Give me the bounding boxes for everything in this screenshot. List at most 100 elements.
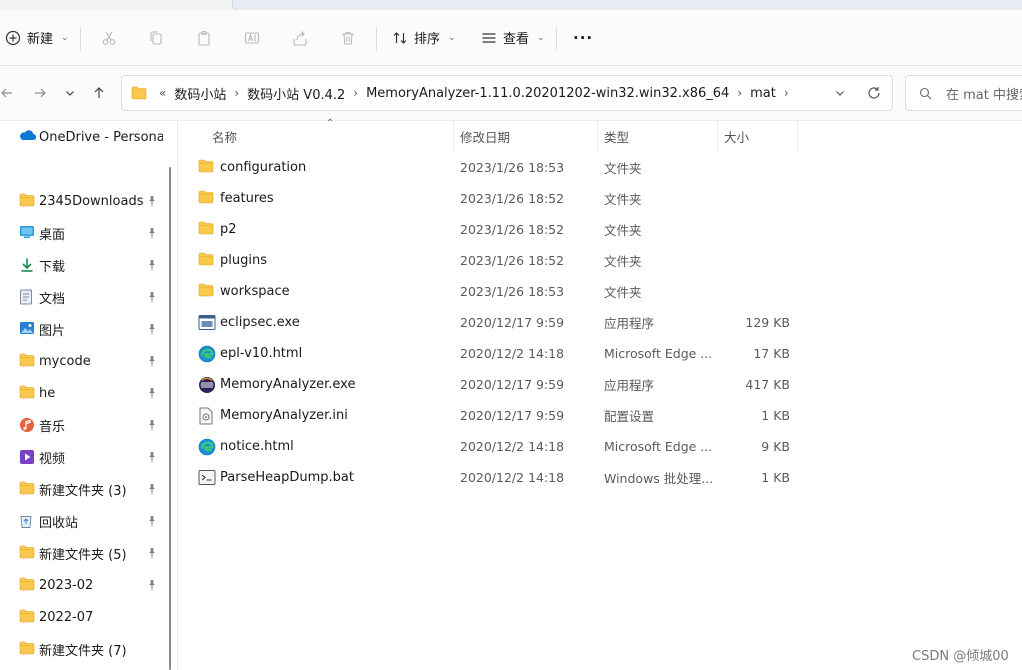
breadcrumb-chevron-icon[interactable]: › bbox=[780, 86, 793, 100]
file-row[interactable]: configuration 2023/1/26 18:53 文件夹 bbox=[194, 152, 894, 183]
pin-icon bbox=[146, 419, 158, 431]
file-row[interactable]: plugins 2023/1/26 18:52 文件夹 bbox=[194, 245, 894, 276]
file-row[interactable]: p2 2023/1/26 18:52 文件夹 bbox=[194, 214, 894, 245]
folder-icon bbox=[19, 641, 35, 657]
column-divider[interactable] bbox=[453, 121, 454, 151]
sidebar-item[interactable]: 新建文件夹 (7) bbox=[0, 635, 163, 663]
column-divider[interactable] bbox=[597, 121, 598, 151]
file-modified: 2023/1/26 18:52 bbox=[460, 222, 565, 237]
breadcrumb-item[interactable]: 数码小站 V0.4.2 bbox=[243, 84, 349, 103]
share-button[interactable] bbox=[292, 10, 308, 65]
file-size: 9 KB bbox=[761, 439, 790, 454]
sidebar-item[interactable]: 视频 bbox=[0, 443, 163, 471]
sidebar-item[interactable]: 图片 bbox=[0, 315, 163, 343]
file-row[interactable]: MemoryAnalyzer.ini 2020/12/17 9:59 配置设置 1 K… bbox=[194, 400, 894, 431]
scrollbar-thumb[interactable] bbox=[169, 167, 171, 670]
column-divider[interactable] bbox=[797, 121, 798, 151]
sidebar-item[interactable]: 音乐 bbox=[0, 411, 163, 439]
file-row[interactable]: workspace 2023/1/26 18:53 文件夹 bbox=[194, 276, 894, 307]
forward-button[interactable] bbox=[32, 66, 48, 120]
document-icon bbox=[19, 289, 35, 305]
toolbar-divider bbox=[376, 27, 377, 51]
onedrive-icon bbox=[19, 129, 37, 145]
sidebar-item[interactable]: 新建文件夹 (3) bbox=[0, 475, 163, 503]
column-divider[interactable] bbox=[717, 121, 718, 151]
column-header-name[interactable]: 名称 bbox=[212, 121, 237, 151]
file-size: 1 KB bbox=[761, 408, 790, 423]
file-row[interactable]: epl-v10.html 2020/12/2 14:18 Microsoft Edg… bbox=[194, 338, 894, 369]
sidebar-item-label: 下载 bbox=[39, 259, 66, 275]
edge-icon bbox=[198, 438, 216, 456]
search-input[interactable]: 在 mat 中搜索 bbox=[905, 75, 1022, 111]
column-header-type[interactable]: 类型 bbox=[604, 121, 629, 151]
sidebar-scrollbar[interactable] bbox=[163, 121, 177, 670]
sidebar-item[interactable]: 桌面 bbox=[0, 219, 163, 247]
paste-button[interactable] bbox=[196, 10, 212, 65]
file-row[interactable]: MemoryAnalyzer.exe 2020/12/17 9:59 应用程序 417… bbox=[194, 369, 894, 400]
refresh-button[interactable] bbox=[867, 76, 881, 110]
file-name: notice.html bbox=[220, 439, 294, 454]
address-bar[interactable]: « 数码小站 › 数码小站 V0.4.2 › MemoryAnalyzer-1.… bbox=[121, 75, 893, 111]
sidebar-item-label: 新建文件夹 (5) bbox=[39, 547, 127, 563]
exe-icon bbox=[198, 314, 216, 331]
more-options-button[interactable]: ··· bbox=[573, 10, 593, 65]
chevron-down-icon: ⌄ bbox=[448, 32, 456, 43]
recent-locations-button[interactable] bbox=[62, 66, 78, 120]
download-icon bbox=[19, 257, 35, 273]
breadcrumb-item[interactable]: MemoryAnalyzer-1.11.0.20201202-win32.win… bbox=[362, 86, 733, 101]
sidebar-item-label: 2022-07 bbox=[39, 609, 94, 625]
view-button[interactable]: 查看 ⌄ bbox=[481, 10, 545, 65]
breadcrumb-chevron-icon[interactable]: › bbox=[733, 86, 746, 100]
folder-icon bbox=[198, 252, 216, 269]
breadcrumb-chevron-icon[interactable]: › bbox=[230, 86, 243, 100]
sidebar-item[interactable]: mycode bbox=[0, 347, 163, 375]
pin-icon bbox=[146, 355, 158, 367]
file-size: 417 KB bbox=[745, 377, 790, 392]
breadcrumb-chevron-icon[interactable]: › bbox=[349, 86, 362, 100]
address-history-button[interactable] bbox=[834, 76, 846, 110]
sidebar-item[interactable]: he bbox=[0, 379, 163, 407]
rename-button[interactable] bbox=[244, 10, 260, 65]
new-button[interactable]: 新建 ⌄ bbox=[5, 10, 69, 65]
file-row[interactable]: notice.html 2020/12/2 14:18 Microsoft Edge… bbox=[194, 431, 894, 462]
sidebar-item[interactable]: 2022-07 bbox=[0, 603, 163, 631]
up-button[interactable] bbox=[91, 66, 107, 120]
folder-icon bbox=[19, 385, 35, 401]
sidebar-item-label: 2345Downloads bbox=[39, 193, 144, 209]
file-row[interactable]: ParseHeapDump.bat 2020/12/2 14:18 Windows … bbox=[194, 462, 894, 493]
file-row[interactable]: features 2023/1/26 18:52 文件夹 bbox=[194, 183, 894, 214]
cut-button[interactable] bbox=[101, 10, 117, 65]
sidebar-item[interactable]: OneDrive - Personal bbox=[0, 123, 168, 151]
sidebar-item[interactable]: 回收站 bbox=[0, 507, 163, 535]
tab-strip bbox=[0, 0, 1022, 11]
scissors-icon bbox=[102, 31, 116, 45]
sort-ascending-icon: ⌃ bbox=[326, 118, 335, 129]
column-header-size[interactable]: 大小 bbox=[724, 121, 749, 151]
file-modified: 2020/12/17 9:59 bbox=[460, 408, 565, 423]
file-size bbox=[724, 214, 790, 245]
sidebar-item-label: 图片 bbox=[39, 323, 66, 339]
chevron-down-icon: ⌄ bbox=[61, 32, 69, 43]
sidebar-item[interactable]: 文档 bbox=[0, 283, 163, 311]
breadcrumb-overflow[interactable]: « bbox=[155, 86, 170, 100]
breadcrumb-item[interactable]: 数码小站 bbox=[170, 84, 230, 103]
file-row[interactable]: eclipsec.exe 2020/12/17 9:59 应用程序 129 KB bbox=[194, 307, 894, 338]
sort-button[interactable]: 排序 ⌄ bbox=[392, 10, 456, 65]
file-name: p2 bbox=[220, 222, 237, 237]
copy-button[interactable] bbox=[148, 10, 164, 65]
new-button-label: 新建 bbox=[27, 32, 54, 47]
folder-icon bbox=[19, 609, 35, 625]
column-header-modified[interactable]: 修改日期 bbox=[460, 121, 510, 151]
sidebar-item[interactable]: 新建文件夹 (5) bbox=[0, 539, 163, 567]
chevron-down-icon bbox=[836, 91, 844, 96]
sidebar-item[interactable]: 下载 bbox=[0, 251, 163, 279]
arrow-left-icon bbox=[1, 88, 12, 98]
delete-button[interactable] bbox=[340, 10, 356, 65]
sidebar-item-label: OneDrive - Personal bbox=[39, 129, 169, 145]
breadcrumb-item[interactable]: mat bbox=[746, 86, 780, 101]
back-button[interactable] bbox=[0, 66, 14, 120]
sidebar-item[interactable]: 2345Downloads bbox=[0, 187, 163, 215]
sidebar-item[interactable]: 2023-02 bbox=[0, 571, 163, 599]
folder-icon bbox=[19, 481, 35, 497]
pin-icon bbox=[146, 291, 158, 303]
